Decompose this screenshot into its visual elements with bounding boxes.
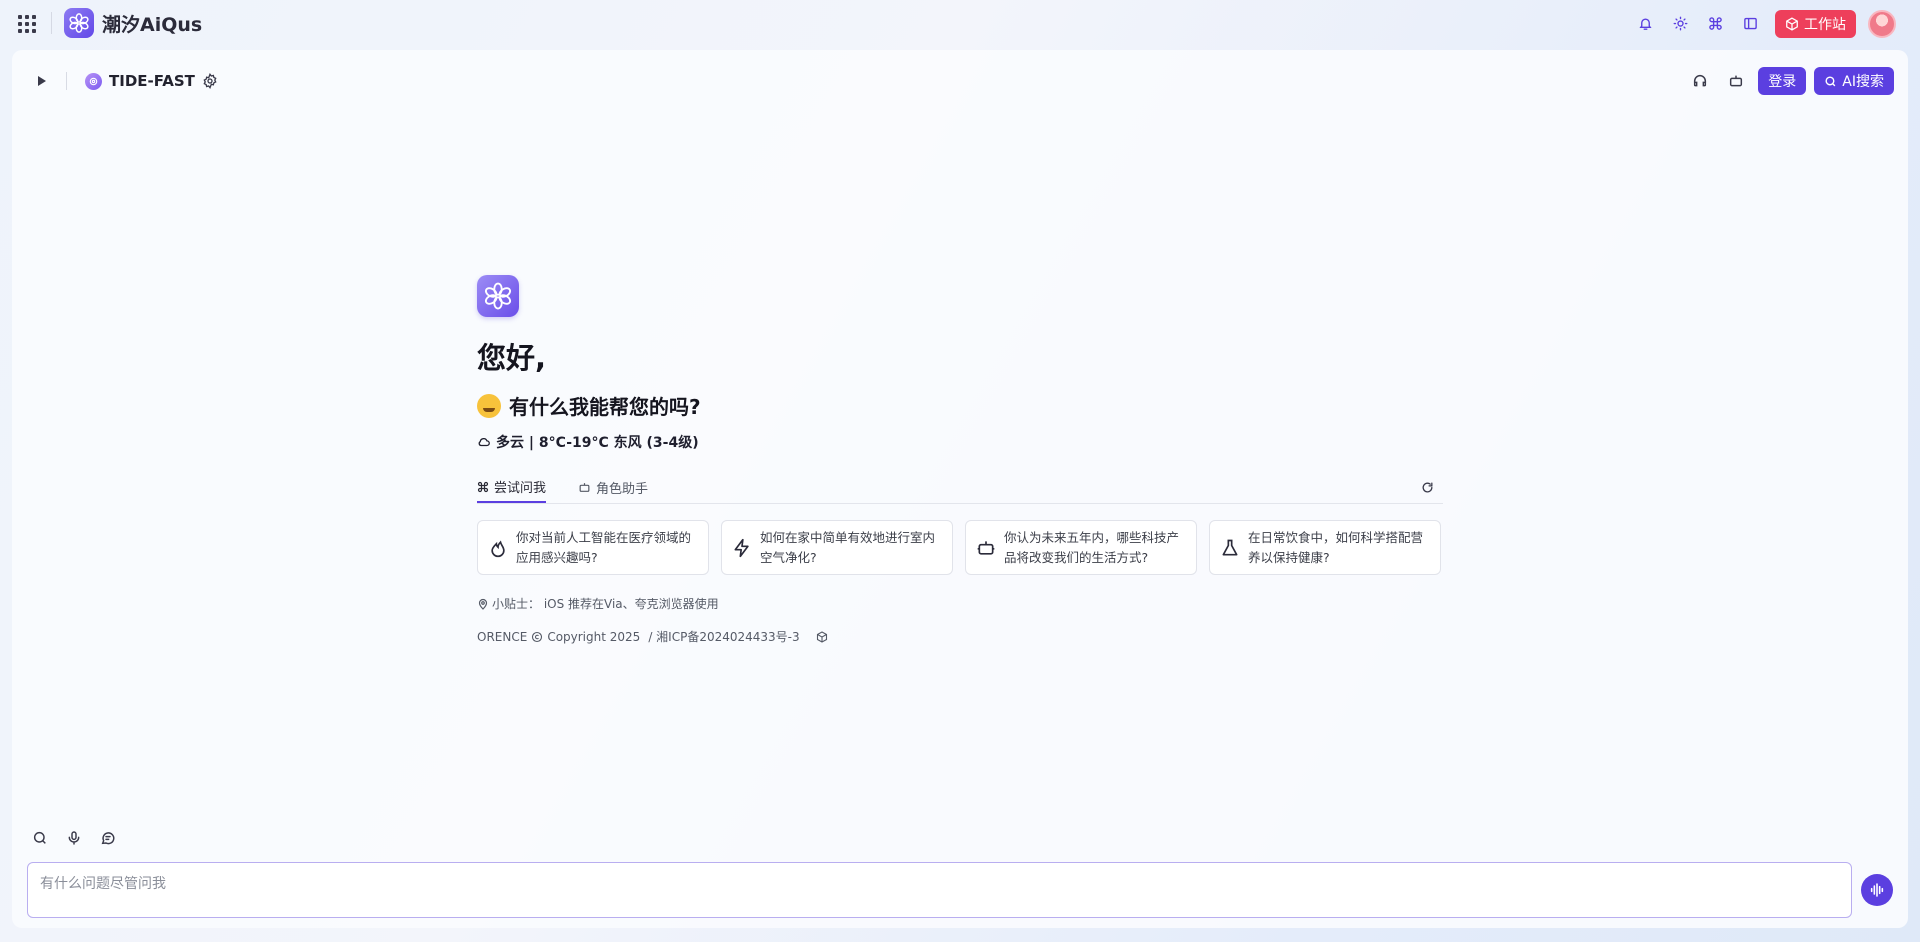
avatar[interactable]	[1868, 9, 1896, 38]
apps-grid-icon[interactable]	[16, 13, 36, 33]
search-icon	[1825, 75, 1836, 86]
footer: ORENCE Copyright 2025 / 湘ICP备2024024433号…	[477, 628, 1443, 645]
flower-logo-icon	[64, 8, 94, 38]
refresh-icon[interactable]	[1421, 479, 1435, 493]
login-button[interactable]: 登录	[1758, 67, 1807, 95]
tip-text: 小贴士： iOS 推荐在Via、夸克浏览器使用	[492, 597, 719, 611]
sound-wave-icon	[1870, 883, 1884, 897]
chat-input-box	[27, 862, 1852, 918]
flask-icon	[1222, 539, 1238, 555]
cloud-icon	[478, 438, 490, 447]
flame-icon	[491, 540, 505, 557]
headset-icon[interactable]	[1686, 67, 1714, 95]
workstation-label: 工作站	[1804, 16, 1846, 33]
robot-icon[interactable]	[1722, 67, 1750, 95]
toolbar-actions: 登录 AI搜索	[1686, 67, 1894, 95]
suggestion-card[interactable]: 如何在家中简单有效地进行室内空气净化?	[721, 520, 953, 575]
tab-role-assistant[interactable]: 角色助手	[578, 472, 648, 503]
cube-icon[interactable]	[816, 630, 828, 643]
tab-label: 尝试问我	[494, 481, 547, 496]
model-settings-gear-icon[interactable]	[202, 73, 218, 89]
flower-logo-icon	[477, 275, 519, 317]
weather-text: 多云 | 8°C-19°C 东风 (3-4级)	[496, 435, 699, 451]
chat-input[interactable]	[28, 863, 1851, 917]
suggestion-text: 你认为未来五年内，哪些科技产品将改变我们的生活方式?	[1004, 529, 1180, 565]
chat-toolbar: TIDE-FAST 登录 AI搜索	[12, 50, 1908, 114]
tab-try-asking[interactable]: 尝试问我	[477, 472, 547, 503]
web-search-icon[interactable]	[32, 830, 48, 846]
top-bar: 潮汐AiQus 工作站	[0, 0, 1920, 46]
suggestion-card[interactable]: 在日常饮食中，如何科学搭配营养以保持健康?	[1209, 520, 1441, 575]
ai-search-button[interactable]: AI搜索	[1814, 67, 1894, 95]
tab-label: 角色助手	[596, 482, 649, 497]
smiling-face-icon	[477, 393, 501, 418]
cube-icon	[1786, 16, 1798, 31]
divider	[51, 12, 52, 34]
brand[interactable]: 潮汐AiQus	[64, 8, 202, 38]
command-icon[interactable]	[1701, 9, 1730, 38]
suggestion-text: 你对当前人工智能在医疗领域的应用感兴趣吗?	[516, 529, 692, 565]
suggestion-card[interactable]: 你对当前人工智能在医疗领域的应用感兴趣吗?	[477, 520, 709, 575]
top-actions: 工作站	[1631, 9, 1896, 38]
model-icon	[85, 72, 102, 90]
ai-search-label: AI搜索	[1842, 74, 1884, 90]
help-prompt-text: 有什么我能帮您的吗?	[509, 395, 701, 419]
model-selector[interactable]: TIDE-FAST	[85, 72, 195, 90]
robot-icon	[579, 483, 590, 492]
expand-sidebar-icon[interactable]	[34, 73, 50, 89]
divider	[66, 72, 67, 90]
command-icon	[477, 481, 489, 492]
bell-icon[interactable]	[1631, 9, 1660, 38]
help-prompt: 有什么我能帮您的吗?	[477, 391, 1443, 420]
sun-icon[interactable]	[1666, 9, 1695, 38]
input-tools	[32, 830, 116, 846]
welcome-area: 您好, 有什么我能帮您的吗? 多云 | 8°C-19°C 东风 (3-4级) 尝…	[477, 275, 1443, 645]
footer-icp[interactable]: / 湘ICP备2024024433号-3	[648, 628, 799, 645]
microphone-icon[interactable]	[66, 830, 82, 846]
tip: 小贴士： iOS 推荐在Via、夸克浏览器使用	[477, 595, 1443, 612]
suggestion-card[interactable]: 你认为未来五年内，哪些科技产品将改变我们的生活方式?	[965, 520, 1197, 575]
location-pin-icon	[478, 598, 488, 610]
sidebar-layout-icon[interactable]	[1736, 9, 1765, 38]
greeting: 您好,	[477, 341, 547, 375]
voice-wave-button[interactable]	[1861, 874, 1893, 906]
brand-name: 潮汐AiQus	[102, 13, 203, 36]
suggestion-text: 如何在家中简单有效地进行室内空气净化?	[760, 529, 936, 565]
weather-info: 多云 | 8°C-19°C 东风 (3-4级)	[477, 432, 1443, 452]
chat-bubble-icon[interactable]	[100, 830, 116, 846]
copyright-icon	[532, 631, 543, 642]
model-name: TIDE-FAST	[109, 72, 195, 90]
suggestion-text: 在日常饮食中，如何科学搭配营养以保持健康?	[1248, 529, 1424, 565]
suggestion-tabs: 尝试问我 角色助手	[477, 472, 1443, 504]
workstation-button[interactable]: 工作站	[1775, 9, 1856, 38]
main-panel: TIDE-FAST 登录 AI搜索 您好, 有什么我能帮您的吗? 多云 | 8°…	[12, 50, 1908, 928]
footer-copyright: Copyright 2025	[547, 629, 641, 644]
suggestion-cards: 你对当前人工智能在医疗领域的应用感兴趣吗? 如何在家中简单有效地进行室内空气净化…	[477, 520, 1443, 575]
lightning-icon	[734, 538, 749, 557]
footer-org: ORENCE	[477, 629, 528, 644]
robot-icon	[977, 540, 995, 555]
